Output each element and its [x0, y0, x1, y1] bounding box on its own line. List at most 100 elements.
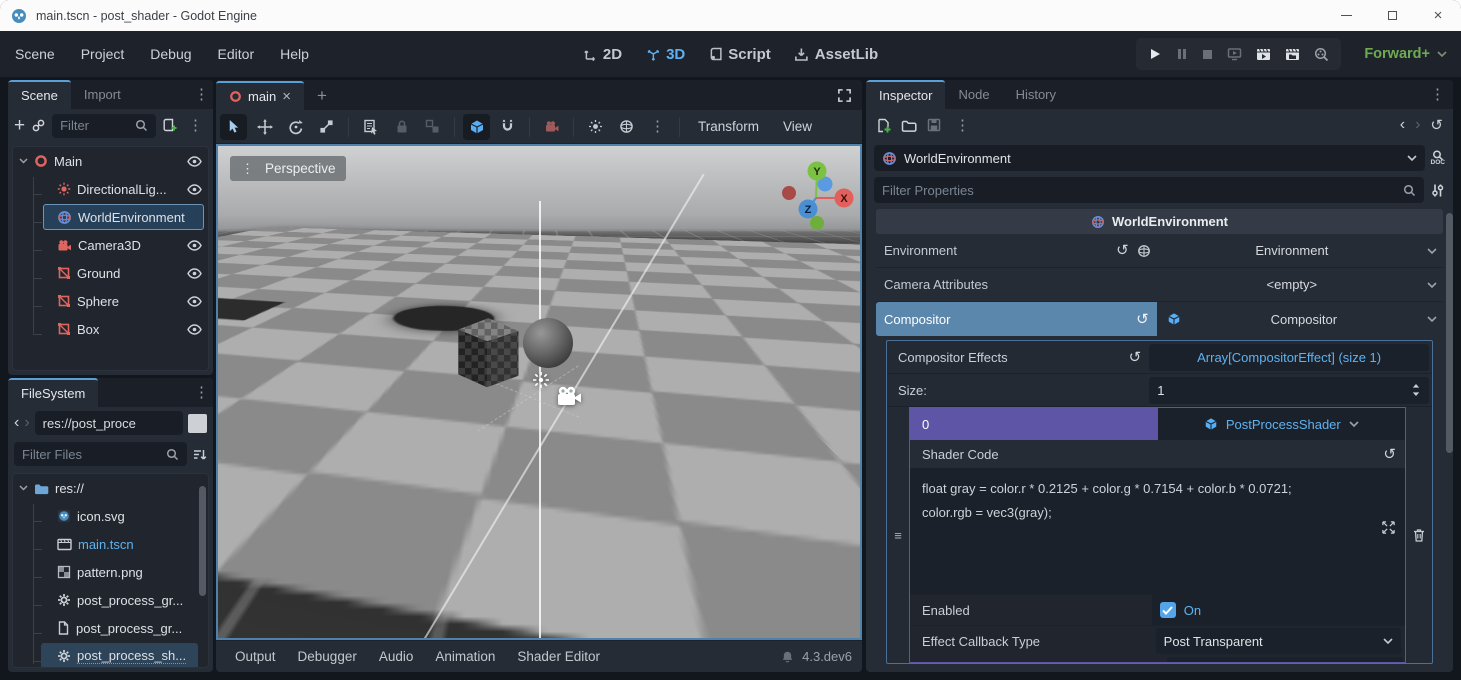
shader-code-editor[interactable]: float gray = color.r * 0.2125 + color.g …: [910, 468, 1405, 594]
size-spinner[interactable]: 1: [1149, 377, 1429, 404]
tab-inspector[interactable]: Inspector: [866, 80, 945, 109]
tree-row-worldenvironment[interactable]: WorldEnvironment: [13, 203, 208, 231]
box-mesh[interactable]: [452, 316, 522, 388]
resource-extra-menu-icon[interactable]: ⋮: [951, 118, 974, 133]
play-button[interactable]: [1148, 47, 1162, 61]
fs-row-icon-svg[interactable]: icon.svg: [13, 502, 208, 530]
notification-bell-icon[interactable]: [781, 650, 794, 664]
add-node-button[interactable]: +: [14, 115, 25, 137]
move-tool-button[interactable]: [251, 114, 278, 140]
light-gizmo-icon[interactable]: [531, 370, 551, 393]
effects-array-value[interactable]: Array[CompositorEffect] (size 1): [1149, 344, 1429, 371]
minimize-button[interactable]: [1323, 0, 1369, 31]
camera-attributes-value-picker[interactable]: <empty>: [1157, 277, 1443, 292]
audio-button[interactable]: Audio: [370, 649, 423, 664]
filesystem-menu-icon[interactable]: ⋮: [190, 385, 213, 400]
scene-tree-menu-icon[interactable]: ⋮: [184, 118, 207, 133]
fs-row-post-process-shader-file[interactable]: post_process_gr...: [13, 586, 208, 614]
viewport-3d[interactable]: ⋮ Perspective Y X Z: [216, 144, 862, 640]
menu-project[interactable]: Project: [81, 46, 125, 62]
menu-help[interactable]: Help: [280, 46, 309, 62]
inspector-scrollbar[interactable]: [1446, 213, 1453, 453]
checkbox-checked-icon[interactable]: [1160, 602, 1176, 618]
instance-scene-button[interactable]: [31, 118, 46, 133]
tree-row-sphere[interactable]: Sphere: [13, 287, 208, 315]
scene-tab-main[interactable]: main ×: [216, 81, 304, 110]
tree-row-ground[interactable]: Ground: [13, 259, 208, 287]
workspace-2d[interactable]: 2D: [583, 46, 622, 63]
expand-editor-icon[interactable]: [1381, 520, 1396, 535]
compositor-label-selected[interactable]: Compositor ↺: [876, 302, 1157, 336]
visibility-eye-icon[interactable]: [187, 156, 202, 167]
rotate-tool-button[interactable]: [282, 114, 309, 140]
tab-node[interactable]: Node: [945, 80, 1002, 109]
new-scene-tab-button[interactable]: +: [304, 81, 340, 110]
group-icon[interactable]: [419, 114, 446, 140]
fs-row-res[interactable]: res://: [13, 474, 208, 502]
revert-icon[interactable]: ↺: [1383, 447, 1396, 462]
pause-button[interactable]: [1176, 48, 1188, 60]
history-back-button[interactable]: ‹: [1400, 117, 1405, 133]
tree-row-box[interactable]: Box: [13, 315, 208, 343]
tab-scene[interactable]: Scene: [8, 80, 71, 109]
fs-row-pattern-png[interactable]: pattern.png: [13, 558, 208, 586]
tree-row-directionallight[interactable]: DirectionalLig...: [13, 175, 208, 203]
camera-gizmo-icon[interactable]: [554, 386, 584, 411]
toggle-split-mode-button[interactable]: [188, 414, 207, 433]
renderer-selector[interactable]: Forward+: [1364, 31, 1447, 77]
filter-properties-input[interactable]: Filter Properties: [874, 177, 1424, 203]
close-tab-icon[interactable]: ×: [282, 88, 291, 105]
sphere-mesh[interactable]: [523, 318, 573, 368]
play-custom-scene-button[interactable]: [1285, 48, 1300, 61]
history-list-icon[interactable]: ↺: [1430, 116, 1443, 134]
output-button[interactable]: Output: [226, 649, 285, 664]
expand-chevron-icon[interactable]: [19, 158, 28, 164]
class-section-header[interactable]: WorldEnvironment: [876, 209, 1443, 234]
view-menu[interactable]: View: [773, 119, 822, 134]
visibility-eye-icon[interactable]: [187, 240, 202, 251]
local-space-toggle[interactable]: [463, 114, 490, 140]
nav-forward-button[interactable]: ›: [24, 415, 29, 431]
nav-back-button[interactable]: ‹: [14, 415, 19, 431]
maximize-button[interactable]: [1369, 0, 1415, 31]
version-label[interactable]: 4.3.dev6: [802, 649, 852, 664]
callback-type-dropdown[interactable]: Post Transparent: [1156, 628, 1401, 654]
filesystem-scrollbar[interactable]: [199, 486, 206, 596]
property-tools-icon[interactable]: [1430, 183, 1445, 198]
sun-environ-menu-icon[interactable]: ⋮: [644, 114, 671, 140]
list-select-tool-button[interactable]: [357, 114, 384, 140]
revert-icon[interactable]: ↺: [1129, 350, 1142, 365]
enabled-checkbox[interactable]: On: [1152, 595, 1405, 625]
inspector-dock-menu-icon[interactable]: ⋮: [1426, 87, 1449, 102]
array-index-cell[interactable]: 0: [910, 408, 1158, 440]
select-tool-button[interactable]: [220, 114, 247, 140]
workspace-script[interactable]: Script: [709, 46, 771, 63]
axis-gizmo[interactable]: Y X Z: [776, 158, 856, 241]
sort-files-icon[interactable]: [192, 447, 207, 462]
expand-chevron-icon[interactable]: [19, 485, 28, 491]
tab-filesystem[interactable]: FileSystem: [8, 378, 98, 407]
visibility-eye-icon[interactable]: [187, 184, 202, 195]
movie-maker-button[interactable]: [1314, 47, 1329, 62]
debugger-button[interactable]: Debugger: [289, 649, 366, 664]
tree-row-main[interactable]: Main: [13, 147, 208, 175]
path-field[interactable]: res://post_proce: [35, 411, 183, 435]
compositor-value-picker[interactable]: Compositor: [1157, 312, 1443, 327]
lock-icon[interactable]: [388, 114, 415, 140]
drag-handle-icon[interactable]: ≡: [887, 407, 909, 663]
tree-row-camera3d[interactable]: Camera3D: [13, 231, 208, 259]
fs-row-post-process-text-file[interactable]: post_process_gr...: [13, 614, 208, 642]
fs-row-main-tscn[interactable]: main.tscn: [13, 530, 208, 558]
play-scene-button[interactable]: [1256, 48, 1271, 61]
save-resource-button[interactable]: [927, 118, 941, 132]
new-resource-button[interactable]: [876, 118, 891, 133]
environment-value-picker[interactable]: Environment: [1157, 243, 1443, 258]
perspective-button[interactable]: ⋮ Perspective: [230, 156, 346, 181]
shader-editor-button[interactable]: Shader Editor: [508, 649, 609, 664]
transform-menu[interactable]: Transform: [688, 119, 769, 134]
stop-button[interactable]: [1202, 49, 1213, 60]
load-resource-button[interactable]: [901, 119, 917, 132]
preview-sun-toggle[interactable]: [582, 114, 609, 140]
fs-row-post-process-shader-selected[interactable]: post_process_sh...: [13, 642, 208, 668]
filter-files-input[interactable]: Filter Files: [14, 442, 187, 466]
